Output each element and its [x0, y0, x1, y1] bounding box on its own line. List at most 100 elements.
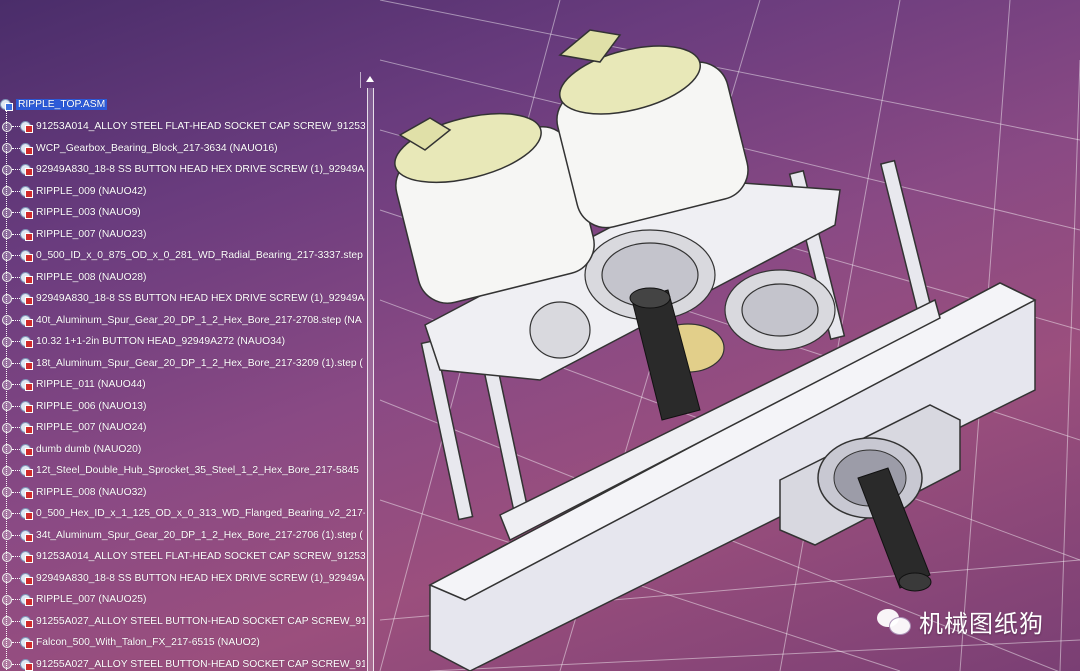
tree-connector — [12, 362, 20, 364]
tree-item-label[interactable]: RIPPLE_009 (NAUO42) — [36, 186, 146, 197]
tree-connector — [12, 491, 20, 493]
tree-item[interactable]: 0_500_ID_x_0_875_OD_x_0_281_WD_Radial_Be… — [0, 245, 365, 267]
expand-toggle-icon[interactable] — [2, 616, 12, 627]
tree-item[interactable]: RIPPLE_007 (NAUO24) — [0, 417, 365, 439]
part-icon — [20, 572, 33, 585]
tree-connector — [12, 384, 20, 386]
expand-toggle-icon[interactable] — [2, 659, 12, 670]
tree-item[interactable]: 0_500_Hex_ID_x_1_125_OD_x_0_313_WD_Flang… — [0, 503, 365, 525]
expand-toggle-icon[interactable] — [2, 164, 12, 175]
watermark-text: 机械图纸狗 — [919, 610, 1044, 638]
tree-item-label[interactable]: 0_500_Hex_ID_x_1_125_OD_x_0_313_WD_Flang… — [36, 508, 365, 519]
tree-item-label[interactable]: RIPPLE_006 (NAUO13) — [36, 401, 146, 412]
tree-item[interactable]: RIPPLE_007 (NAUO25) — [0, 589, 365, 611]
tree-item[interactable]: RIPPLE_007 (NAUO23) — [0, 224, 365, 246]
expand-toggle-icon[interactable] — [2, 229, 12, 240]
tree-item-label[interactable]: RIPPLE_007 (NAUO24) — [36, 422, 146, 433]
part-icon — [20, 486, 33, 499]
expand-toggle-icon[interactable] — [2, 508, 12, 519]
tree-item[interactable]: 91255A027_ALLOY STEEL BUTTON-HEAD SOCKET… — [0, 654, 365, 671]
expand-toggle-icon[interactable] — [2, 272, 12, 283]
scroll-up-arrow-icon[interactable] — [363, 72, 377, 86]
tree-item[interactable]: 91253A014_ALLOY STEEL FLAT-HEAD SOCKET C… — [0, 546, 365, 568]
tree-frame-line — [360, 72, 361, 88]
tree-item[interactable]: WCP_Gearbox_Bearing_Block_217-3634 (NAUO… — [0, 138, 365, 160]
expand-toggle-icon[interactable] — [2, 379, 12, 390]
tree-connector — [12, 663, 20, 665]
tree-item[interactable]: 12t_Steel_Double_Hub_Sprocket_35_Steel_1… — [0, 460, 365, 482]
expand-toggle-icon[interactable] — [2, 551, 12, 562]
tree-item[interactable]: RIPPLE_008 (NAUO32) — [0, 482, 365, 504]
tree-item-label[interactable]: RIPPLE_008 (NAUO32) — [36, 487, 146, 498]
expand-toggle-icon[interactable] — [2, 594, 12, 605]
tree-item[interactable]: RIPPLE_011 (NAUO44) — [0, 374, 365, 396]
tree-item[interactable]: 10.32 1+1-2in BUTTON HEAD_92949A272 (NAU… — [0, 331, 365, 353]
expand-toggle-icon[interactable] — [2, 121, 12, 132]
tree-item-label[interactable]: RIPPLE_007 (NAUO23) — [36, 229, 146, 240]
expand-toggle-icon[interactable] — [2, 207, 12, 218]
tree-item-label[interactable]: 34t_Aluminum_Spur_Gear_20_DP_1_2_Hex_Bor… — [36, 530, 363, 541]
tree-item[interactable]: Falcon_500_With_Talon_FX_217-6515 (NAUO2… — [0, 632, 365, 654]
tree-item[interactable]: RIPPLE_006 (NAUO13) — [0, 396, 365, 418]
tree-item-label[interactable]: RIPPLE_011 (NAUO44) — [36, 379, 146, 390]
tree-item[interactable]: 92949A830_18-8 SS BUTTON HEAD HEX DRIVE … — [0, 159, 365, 181]
tree-item-label[interactable]: 0_500_ID_x_0_875_OD_x_0_281_WD_Radial_Be… — [36, 250, 365, 261]
tree-item[interactable]: RIPPLE_008 (NAUO28) — [0, 267, 365, 289]
part-icon — [20, 120, 33, 134]
expand-toggle-icon[interactable] — [2, 250, 12, 261]
tree-item-label[interactable]: 92949A830_18-8 SS BUTTON HEAD HEX DRIVE … — [36, 293, 365, 304]
expand-toggle-icon[interactable] — [2, 422, 12, 433]
expand-toggle-icon[interactable] — [2, 401, 12, 412]
expand-toggle-icon[interactable] — [2, 530, 12, 541]
tree-item[interactable]: RIPPLE_003 (NAUO9) — [0, 202, 365, 224]
tree-item-label[interactable]: 18t_Aluminum_Spur_Gear_20_DP_1_2_Hex_Bor… — [36, 358, 363, 369]
tree-item-label[interactable]: 12t_Steel_Double_Hub_Sprocket_35_Steel_1… — [36, 465, 359, 476]
tree-item[interactable]: 91253A014_ALLOY STEEL FLAT-HEAD SOCKET C… — [0, 116, 365, 138]
expand-toggle-icon[interactable] — [2, 465, 12, 476]
tree-item[interactable]: 40t_Aluminum_Spur_Gear_20_DP_1_2_Hex_Bor… — [0, 310, 365, 332]
expand-toggle-icon[interactable] — [2, 637, 12, 648]
tree-item[interactable]: 92949A830_18-8 SS BUTTON HEAD HEX DRIVE … — [0, 288, 365, 310]
expand-toggle-icon[interactable] — [2, 186, 12, 197]
tree-item-label[interactable]: 10.32 1+1-2in BUTTON HEAD_92949A272 (NAU… — [36, 336, 285, 347]
tree-item-label[interactable]: Falcon_500_With_Talon_FX_217-6515 (NAUO2… — [36, 637, 260, 648]
tree-item-label[interactable]: 91253A014_ALLOY STEEL FLAT-HEAD SOCKET C… — [36, 121, 365, 132]
tree-item-label[interactable]: 91255A027_ALLOY STEEL BUTTON-HEAD SOCKET… — [36, 616, 365, 627]
tree-item[interactable]: dumb dumb (NAUO20) — [0, 439, 365, 461]
tree-scrollbar[interactable] — [363, 72, 377, 671]
expand-toggle-icon[interactable] — [2, 444, 12, 455]
tree-item-label[interactable]: 40t_Aluminum_Spur_Gear_20_DP_1_2_Hex_Bor… — [36, 315, 362, 326]
part-icon — [20, 206, 33, 220]
scroll-track[interactable] — [367, 88, 374, 671]
tree-item[interactable]: RIPPLE_009 (NAUO42) — [0, 181, 365, 203]
expand-toggle-icon[interactable] — [2, 358, 12, 369]
tree-item-label[interactable]: 91255A027_ALLOY STEEL BUTTON-HEAD SOCKET… — [36, 659, 365, 670]
tree-item-label[interactable]: 92949A830_18-8 SS BUTTON HEAD HEX DRIVE … — [36, 164, 365, 175]
tree-item-label[interactable]: dumb dumb (NAUO20) — [36, 444, 141, 455]
expand-toggle-icon[interactable] — [2, 573, 12, 584]
tree-item-label[interactable]: RIPPLE_008 (NAUO28) — [36, 272, 146, 283]
tree-item[interactable]: 92949A830_18-8 SS BUTTON HEAD HEX DRIVE … — [0, 568, 365, 590]
tree-item[interactable]: 34t_Aluminum_Spur_Gear_20_DP_1_2_Hex_Bor… — [0, 525, 365, 547]
tree-item-label[interactable]: RIPPLE_007 (NAUO25) — [36, 594, 146, 605]
tree-item[interactable]: 91255A027_ALLOY STEEL BUTTON-HEAD SOCKET… — [0, 611, 365, 633]
expand-toggle-icon[interactable] — [2, 487, 12, 498]
tree-item-label[interactable]: RIPPLE_003 (NAUO9) — [36, 207, 141, 218]
expand-toggle-icon[interactable] — [2, 293, 12, 304]
expand-toggle-icon[interactable] — [2, 315, 12, 326]
tree-item-label[interactable]: 92949A830_18-8 SS BUTTON HEAD HEX DRIVE … — [36, 573, 365, 584]
part-icon — [20, 249, 33, 263]
specification-tree[interactable]: RIPPLE_TOP.ASM 91253A014_ALLOY STEEL FLA… — [0, 92, 372, 671]
tree-item[interactable]: 18t_Aluminum_Spur_Gear_20_DP_1_2_Hex_Bor… — [0, 353, 365, 375]
tree-connector — [12, 470, 20, 472]
tree-item-label[interactable]: WCP_Gearbox_Bearing_Block_217-3634 (NAUO… — [36, 143, 278, 154]
tree-root-label[interactable]: RIPPLE_TOP.ASM — [16, 99, 108, 111]
tree-root-node[interactable]: RIPPLE_TOP.ASM — [0, 94, 365, 116]
tree-item-label[interactable]: 91253A014_ALLOY STEEL FLAT-HEAD SOCKET C… — [36, 551, 365, 562]
tree-connector — [12, 599, 20, 601]
tree-connector — [12, 298, 20, 300]
wechat-icon — [877, 608, 911, 635]
expand-toggle-icon[interactable] — [2, 336, 12, 347]
3d-viewport[interactable]: RIPPLE_TOP.ASM 91253A014_ALLOY STEEL FLA… — [0, 0, 1080, 671]
expand-toggle-icon[interactable] — [2, 143, 12, 154]
